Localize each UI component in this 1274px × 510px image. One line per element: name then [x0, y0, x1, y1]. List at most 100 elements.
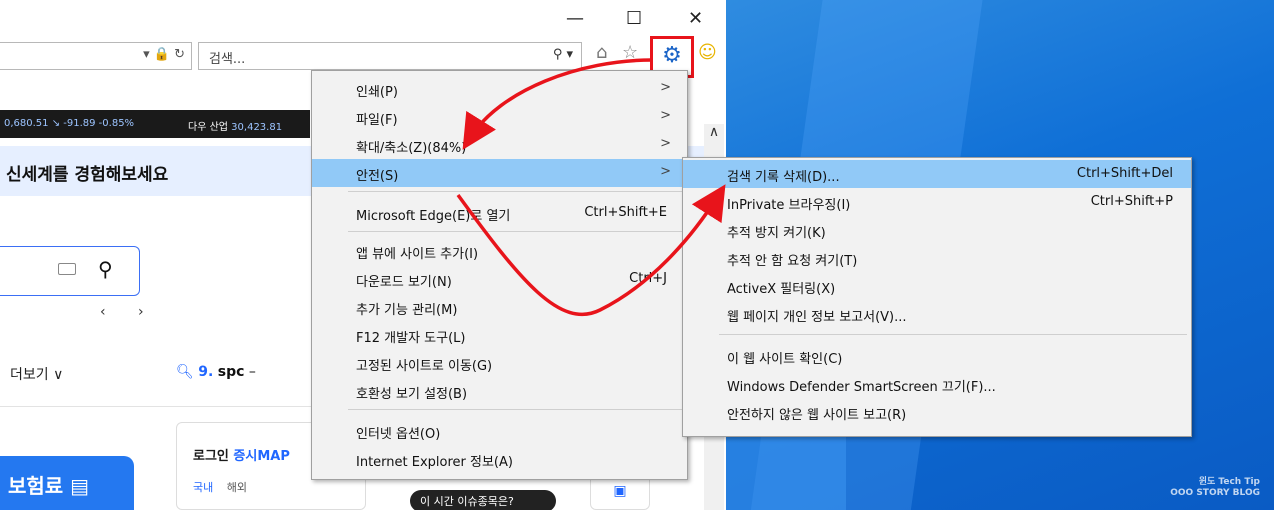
rank-term: spc [217, 364, 245, 380]
menu-shortcut: Ctrl+J [629, 271, 667, 286]
home-icon[interactable]: ⌂ [596, 42, 607, 63]
ticker-index: 0,680.51 ↘ -91.89 -0.85% [4, 118, 135, 129]
submenu-item-label: 웹 페이지 개인 정보 보고서(V)... [727, 310, 907, 325]
issue-stock-pill[interactable]: 이 시간 이슈종목은? [410, 490, 556, 510]
magnifier-icon[interactable]: ⚲ [98, 257, 113, 281]
menu-item-view-downloads[interactable]: 다운로드 보기(N) Ctrl+J [312, 265, 687, 293]
menu-item-f12-devtools[interactable]: F12 개발자 도구(L) [312, 321, 687, 349]
menu-shortcut: Ctrl+Shift+E [584, 205, 667, 220]
submenu-item-smartscreen[interactable]: Windows Defender SmartScreen 끄기(F)... [683, 370, 1191, 398]
dow-value: 30,423.81 [231, 122, 283, 133]
promo-title: 보험료 ▤ [8, 474, 90, 498]
page-search-box[interactable]: ⚲ [0, 246, 140, 296]
menu-item-label: 앱 뷰에 사이트 추가(I) [356, 247, 479, 262]
submenu-item-report-unsafe[interactable]: 안전하지 않은 웹 사이트 보고(R) [683, 398, 1191, 426]
rank-number: 9. [198, 364, 214, 380]
submenu-item-label: ActiveX 필터링(X) [727, 282, 836, 297]
login-title: 로그인 증시MAP [193, 445, 290, 464]
menu-separator [348, 191, 684, 192]
submenu-item-tracking-protection[interactable]: 추적 방지 켜기(K) [683, 216, 1191, 244]
menu-item-manage-addons[interactable]: 추가 기능 관리(M) [312, 293, 687, 321]
submenu-item-delete-history[interactable]: 검색 기록 삭제(D)... Ctrl+Shift+Del [683, 160, 1191, 188]
tab-foreign[interactable]: 해외 [227, 481, 247, 494]
submenu-item-label: 이 웹 사이트 확인(C) [727, 352, 843, 367]
menu-item-label: 인터넷 옵션(O) [356, 427, 441, 442]
ticker-dow: 다우 산업 30,423.81 [188, 118, 282, 133]
search-icon[interactable]: ⚲ ▾ [553, 47, 573, 62]
search-icon: 🔍︎ [176, 364, 194, 380]
gear-icon[interactable]: ⚙ [659, 43, 685, 69]
submenu-item-inprivate[interactable]: InPrivate 브라우징(I) Ctrl+Shift+P [683, 188, 1191, 216]
submenu-item-check-website[interactable]: 이 웹 사이트 확인(C) [683, 342, 1191, 370]
close-button[interactable]: ✕ [688, 8, 703, 29]
address-bar[interactable]: ▾ 🔒 ↻ [0, 42, 192, 70]
blog-watermark: 윈도 Tech Tip OOO STORY BLOG [1170, 477, 1260, 500]
trending-rank-item[interactable]: 🔍︎ 9. spc – [176, 364, 256, 380]
menu-item-label: 파일(F) [356, 113, 398, 128]
chevron-right-icon: > [660, 80, 671, 95]
menu-item-internet-options[interactable]: 인터넷 옵션(O) [312, 417, 687, 445]
favorites-star-icon[interactable]: ☆ [622, 42, 638, 63]
carousel-pager[interactable]: ‹ › [100, 304, 158, 320]
tools-menu: 인쇄(P) > 파일(F) > 확대/축소(Z)(84%) > 안전(S) > Micr… [311, 70, 688, 480]
menu-item-open-edge[interactable]: Microsoft Edge(E)로 열기 Ctrl+Shift+E [312, 199, 687, 227]
menu-item-label: F12 개발자 도구(L) [356, 331, 466, 346]
menu-item-add-site-app-view[interactable]: 앱 뷰에 사이트 추가(I) [312, 237, 687, 265]
search-placeholder: 검색... [209, 52, 246, 67]
menu-item-pinned-sites[interactable]: 고정된 사이트로 이동(G) [312, 349, 687, 377]
menu-item-compat-view[interactable]: 호환성 보기 설정(B) [312, 377, 687, 405]
submenu-item-label: 안전하지 않은 웹 사이트 보고(R) [727, 408, 907, 423]
maximize-button[interactable]: ☐ [626, 8, 642, 29]
menu-item-print[interactable]: 인쇄(P) > [312, 75, 687, 103]
submenu-item-label: InPrivate 브라우징(I) [727, 198, 851, 213]
submenu-item-label: 검색 기록 삭제(D)... [727, 170, 840, 185]
chevron-right-icon: > [660, 108, 671, 123]
tab-domestic[interactable]: 국내 [193, 481, 213, 494]
submenu-separator [719, 334, 1187, 335]
menu-item-about-ie[interactable]: Internet Explorer 정보(A) [312, 445, 687, 473]
menu-item-label: 고정된 사이트로 이동(G) [356, 359, 493, 374]
chevron-right-icon: > [660, 164, 671, 179]
chevron-right-icon: > [660, 136, 671, 151]
menu-item-file[interactable]: 파일(F) > [312, 103, 687, 131]
banner-text: 신세계를 경험해보세요 [6, 165, 169, 185]
menu-item-label: 다운로드 보기(N) [356, 275, 452, 290]
menu-item-label: 추가 기능 관리(M) [356, 303, 458, 318]
submenu-shortcut: Ctrl+Shift+P [1090, 194, 1173, 209]
safety-submenu: 검색 기록 삭제(D)... Ctrl+Shift+Del InPrivate 브… [682, 157, 1192, 437]
address-tools[interactable]: ▾ 🔒 ↻ [143, 47, 185, 62]
menu-separator [348, 409, 684, 410]
submenu-item-privacy-report[interactable]: 웹 페이지 개인 정보 보고서(V)... [683, 300, 1191, 328]
stock-map-link[interactable]: 증시MAP [233, 449, 289, 464]
document-icon: ▣ [613, 483, 627, 499]
submenu-item-label: 추적 안 함 요청 켜기(T) [727, 254, 858, 269]
submenu-shortcut: Ctrl+Shift+Del [1076, 166, 1173, 181]
more-dropdown[interactable]: 더보기 ∨ [10, 364, 63, 384]
submenu-item-do-not-track[interactable]: 추적 안 함 요청 켜기(T) [683, 244, 1191, 272]
scroll-up-arrow[interactable]: ∧ [704, 124, 724, 144]
rank-change: – [248, 364, 256, 380]
menu-item-safety[interactable]: 안전(S) > [312, 159, 687, 187]
market-tabs: 국내 해외 [193, 479, 247, 495]
submenu-item-label: 추적 방지 켜기(K) [727, 226, 826, 241]
smiley-feedback-icon[interactable]: ☺ [698, 42, 717, 63]
menu-item-label: 호환성 보기 설정(B) [356, 387, 468, 402]
menu-item-label: Microsoft Edge(E)로 열기 [356, 209, 511, 224]
dow-label: 다우 산업 [188, 122, 228, 133]
search-input[interactable]: 검색... ⚲ ▾ [198, 42, 582, 70]
watermark-line-1: 윈도 Tech Tip [1198, 476, 1260, 487]
menu-separator [348, 231, 684, 232]
menu-item-label: Internet Explorer 정보(A) [356, 455, 513, 470]
watermark-line-2: OOO STORY BLOG [1170, 488, 1260, 499]
submenu-item-activex-filtering[interactable]: ActiveX 필터링(X) [683, 272, 1191, 300]
menu-item-label: 안전(S) [356, 169, 399, 184]
login-link[interactable]: 로그인 [193, 449, 229, 464]
menu-item-zoom[interactable]: 확대/축소(Z)(84%) > [312, 131, 687, 159]
submenu-item-label: Windows Defender SmartScreen 끄기(F)... [727, 380, 996, 395]
menu-item-label: 인쇄(P) [356, 85, 398, 100]
keyboard-icon[interactable] [58, 263, 76, 275]
insurance-promo-card[interactable]: 보험료 ▤ [0, 456, 134, 510]
minimize-button[interactable]: — [566, 8, 584, 29]
menu-item-label: 확대/축소(Z)(84%) [356, 141, 467, 156]
title-bar: — ☐ ✕ [0, 0, 726, 36]
